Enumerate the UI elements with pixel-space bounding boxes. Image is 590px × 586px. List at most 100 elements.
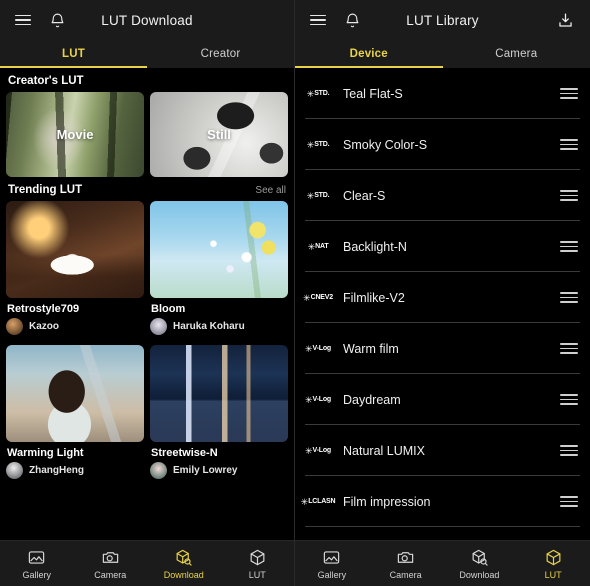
lut-item-name: Film impression [343,494,431,509]
right-tabs: Device Camera [295,40,590,68]
lut-thumbnail[interactable] [6,201,144,298]
lut-card[interactable]: Warming Light ZhangHeng [6,345,144,483]
lut-thumbnail[interactable] [150,201,288,298]
hamburger-icon[interactable] [305,7,331,33]
lut-item-name: Warm film [343,341,399,356]
badge-label: CNEV2 [310,294,334,301]
tab-camera[interactable]: Camera [443,40,590,68]
nav-camera[interactable]: Camera [74,541,148,586]
badge-label: STD. [314,141,330,148]
author-name: Haruka Koharu [173,321,245,332]
cube-icon [546,549,561,565]
drag-handle-icon[interactable] [560,238,578,255]
nav-camera-label: Camera [389,569,422,580]
right-panel-lut-library: LUT Library Device Camera ✳ STD. Teal Fla… [295,0,590,586]
left-top-bar: LUT Download [0,0,294,40]
lut-profile-badge-icon: ✳ LCLASN [300,497,336,507]
lut-list-item[interactable]: ✳ NAT Backlight-N [295,221,590,272]
lut-list-item[interactable]: ✳ STD. Clear-S [295,170,590,221]
creator-card-still-label: Still [207,127,231,142]
lut-list-item[interactable]: ✳ V-Log Natural LUMIX [295,425,590,476]
creators-lut-cards: Movie Still [0,92,294,177]
nav-camera-label: Camera [94,569,127,580]
nav-lut[interactable]: LUT [221,541,295,586]
lut-card[interactable]: Bloom Haruka Koharu [150,201,288,339]
lut-thumbnail[interactable] [6,345,144,442]
lut-thumbnail[interactable] [150,345,288,442]
hamburger-icon[interactable] [10,7,36,33]
lut-profile-badge-icon: ✳ NAT [307,242,329,252]
drag-handle-icon[interactable] [560,136,578,153]
gallery-icon [324,550,340,564]
badge-label: V-Log [312,447,332,454]
badge-label: STD. [314,192,330,199]
lut-card-name: Warming Light [7,447,84,459]
drag-handle-icon[interactable] [560,289,578,306]
bell-icon[interactable] [339,7,365,33]
trending-lut-grid: Retrostyle709 Kazoo Bloom Haruka Koharu [0,201,294,483]
lut-item-name: Backlight-N [343,239,407,254]
lut-list-item[interactable]: ✳ STD. Teal Flat-S [295,68,590,119]
nav-download[interactable]: Download [147,541,221,586]
lut-card-author[interactable]: Haruka Koharu [150,318,288,339]
nav-download[interactable]: Download [443,541,517,586]
lut-card-author[interactable]: ZhangHeng [6,462,144,483]
lut-list-item[interactable]: ✳ LCLASN Film impression [295,476,590,527]
trending-lut-title: Trending LUT [8,184,83,196]
lut-card[interactable]: Streetwise-N Emily Lowrey [150,345,288,483]
lut-card-author[interactable]: Emily Lowrey [150,462,288,483]
nav-gallery[interactable]: Gallery [295,541,369,586]
badge-label: STD. [314,90,330,97]
nav-camera[interactable]: Camera [369,541,443,586]
lut-item-name: Daydream [343,392,401,407]
lut-profile-badge-icon: ✳ V-Log [305,344,331,354]
tab-creator[interactable]: Creator [147,40,294,68]
right-bottom-nav: Gallery Camera Download LUT [295,540,590,586]
drag-handle-icon[interactable] [560,493,578,510]
badge-label: LCLASN [308,498,336,505]
badge-label: V-Log [312,396,332,403]
lut-profile-badge-icon: ✳ STD. [306,89,330,99]
lut-list-item[interactable]: ✳ CNEV2 Filmlike-V2 [295,272,590,323]
lut-card-author[interactable]: Kazoo [6,318,144,339]
creators-lut-header: Creator's LUT [0,68,294,92]
left-bottom-nav: Gallery Camera Download LUT [0,540,294,586]
bell-icon[interactable] [44,7,70,33]
drag-handle-icon[interactable] [560,391,578,408]
nav-download-label: Download [459,569,500,580]
download-icon[interactable] [552,7,578,33]
creator-card-still[interactable]: Still [150,92,288,177]
lut-card[interactable]: Retrostyle709 Kazoo [6,201,144,339]
left-tabs: LUT Creator [0,40,294,68]
drag-handle-icon[interactable] [560,442,578,459]
lut-card-name: Streetwise-N [151,447,218,459]
tab-device[interactable]: Device [295,40,443,68]
lut-list-item[interactable]: ✳ V-Log Warm film [295,323,590,374]
lut-card-name: Bloom [151,303,186,315]
avatar [6,318,23,335]
lut-item-name: Smoky Color-S [343,137,428,152]
lut-profile-badge-icon: ✳ CNEV2 [303,293,334,303]
badge-label: NAT [315,243,329,250]
lut-item-name: Filmlike-V2 [343,290,405,305]
creator-card-movie[interactable]: Movie [6,92,144,177]
tab-lut[interactable]: LUT [0,40,147,68]
camera-icon [102,551,118,563]
download-cube-icon [176,549,192,566]
drag-handle-icon[interactable] [560,340,578,357]
lut-list-item[interactable]: ✳ V-Log Daydream [295,374,590,425]
nav-download-label: Download [163,569,204,580]
lut-profile-badge-icon: ✳ STD. [306,191,330,201]
drag-handle-icon[interactable] [560,85,578,102]
see-all-link[interactable]: See all [255,185,286,196]
lut-item-name: Clear-S [343,188,386,203]
drag-handle-icon[interactable] [560,187,578,204]
nav-lut-label: LUT [248,569,266,580]
left-panel-lut-download: LUT Download LUT Creator Creator's LUT M… [0,0,295,586]
avatar [150,462,167,479]
lut-list-item[interactable]: ✳ STD. Smoky Color-S [295,119,590,170]
nav-gallery[interactable]: Gallery [0,541,74,586]
nav-lut[interactable]: LUT [516,541,590,586]
download-cube-icon [472,549,488,566]
cube-icon [250,549,265,565]
